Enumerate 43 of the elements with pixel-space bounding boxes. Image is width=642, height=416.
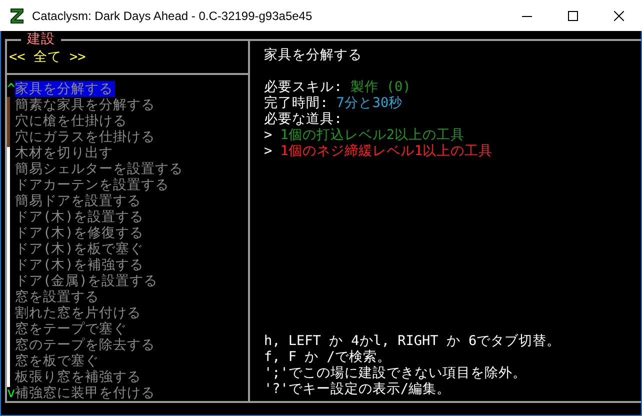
help-text: h, LEFT か 4かl, RIGHT か 6でタブ切替。 bbox=[264, 333, 561, 349]
construction-item[interactable]: 穴にガラスを仕掛ける bbox=[15, 129, 157, 145]
category-tab[interactable]: << 全て >> bbox=[9, 49, 86, 65]
construction-item[interactable]: ドア(木)を板で塞ぐ bbox=[15, 241, 146, 257]
construction-item[interactable]: 簡易シェルターを設置する bbox=[15, 161, 185, 177]
maximize-icon bbox=[568, 10, 578, 20]
skill-label: 必要スキル: bbox=[264, 79, 342, 95]
tool-requirement: 1個のネジ締緩レベル1以上の工具 bbox=[280, 143, 493, 159]
construction-item[interactable]: 割れた窓を片付ける bbox=[15, 305, 143, 321]
time-label: 完了時間: bbox=[264, 95, 328, 111]
skill-value: 製作 (0) bbox=[350, 79, 411, 95]
construction-item[interactable]: 窓を設置する bbox=[15, 289, 101, 305]
construction-item[interactable]: 窓を板で塞ぐ bbox=[15, 353, 101, 369]
scroll-up-indicator: ^ bbox=[7, 81, 15, 97]
scroll-down-indicator: v bbox=[7, 385, 15, 401]
bullet: > bbox=[264, 143, 272, 159]
construction-item[interactable]: 簡素な家具を分解する bbox=[15, 97, 157, 113]
construction-item[interactable]: 補強窓に装甲を付ける bbox=[15, 385, 157, 401]
construction-item[interactable]: ドア(木)を設置する bbox=[15, 209, 146, 225]
app-logo-icon bbox=[10, 8, 24, 24]
construction-item[interactable]: 穴に槍を仕掛ける bbox=[15, 113, 129, 129]
help-text: ';'でこの場に建設できない項目を除外。 bbox=[264, 365, 526, 381]
help-text: f, F か /で検索。 bbox=[264, 349, 391, 365]
tool-requirement: 1個の打込レベル2以上の工具 bbox=[280, 127, 465, 143]
close-icon bbox=[614, 10, 624, 20]
construction-item[interactable]: 簡易ドアを設置する bbox=[15, 193, 143, 209]
construction-item[interactable]: 木材を切り出す bbox=[15, 145, 115, 161]
scrollbar[interactable] bbox=[7, 97, 10, 387]
construction-title: 家具を分解する bbox=[264, 47, 362, 63]
window-title: Cataclysm: Dark Days Ahead - 0.C-32199-g93a5e45 bbox=[32, 8, 314, 22]
construction-item[interactable]: 窓をテープで塞ぐ bbox=[15, 321, 129, 337]
tools-label: 必要な道具: bbox=[264, 111, 342, 127]
menu-title: 建設 bbox=[21, 31, 61, 47]
construction-item[interactable]: ドア(木)を修復する bbox=[15, 225, 146, 241]
construction-item[interactable]: 窓のテープを除去する bbox=[15, 337, 157, 353]
construction-item[interactable]: ドア(金属)を設置する bbox=[15, 273, 160, 289]
construction-item[interactable]: 家具を分解する bbox=[15, 81, 115, 97]
bullet: > bbox=[264, 127, 272, 143]
time-value: 7分と30秒 bbox=[336, 95, 403, 111]
help-text: '?'でキー設定の表示/編集。 bbox=[264, 381, 451, 397]
construction-item[interactable]: ドア(木)を補強する bbox=[15, 257, 146, 273]
construction-item[interactable]: 板張り窓を補強する bbox=[15, 369, 143, 385]
construction-item[interactable]: ドアカーテンを設置する bbox=[15, 177, 171, 193]
